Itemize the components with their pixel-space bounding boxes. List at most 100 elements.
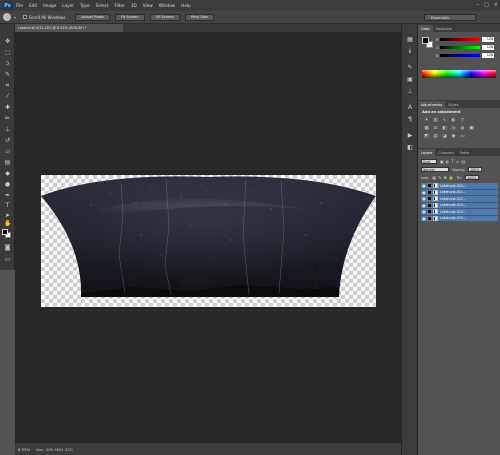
brush-panel-icon[interactable]: ✎ <box>406 64 414 71</box>
tab-color[interactable]: Color <box>418 25 433 32</box>
foreground-color-swatch[interactable] <box>2 229 8 235</box>
layer-row[interactable]: ● Lakehurst-015... <box>421 215 498 222</box>
menu-type[interactable]: Type <box>80 3 90 8</box>
selective-color-icon[interactable]: ◉ <box>451 134 456 139</box>
tab-paths[interactable]: Paths <box>457 149 472 156</box>
info-panel-icon[interactable]: ◧ <box>406 144 414 151</box>
document-info[interactable]: Doc: 295.3M/1.23G <box>36 447 73 452</box>
eraser-tool-icon[interactable]: ▱ <box>4 148 11 155</box>
tab-layers[interactable]: Layers <box>418 149 436 156</box>
layer-mask-thumbnail[interactable] <box>433 196 438 202</box>
filter-type-icon[interactable]: T <box>451 159 453 164</box>
blend-mode-select[interactable]: Normal <box>421 167 449 172</box>
filter-shape-icon[interactable]: ▭ <box>456 159 460 164</box>
green-channel-row[interactable]: G 128 <box>436 45 498 50</box>
menu-file[interactable]: File <box>16 3 23 8</box>
gradient-tool-icon[interactable]: ▤ <box>4 159 11 166</box>
close-button[interactable]: × <box>494 2 498 8</box>
print-size-button[interactable]: Print Size <box>184 13 214 21</box>
lock-transparent-icon[interactable]: ▦ <box>432 175 436 180</box>
layer-mask-thumbnail[interactable] <box>433 209 438 215</box>
gradient-map-icon[interactable]: ▭ <box>460 134 465 139</box>
menu-image[interactable]: Image <box>43 3 56 8</box>
hue-saturation-icon[interactable]: ▦ <box>424 126 429 131</box>
layer-mask-thumbnail[interactable] <box>433 215 438 221</box>
maximize-button[interactable]: □ <box>484 2 489 8</box>
red-channel-row[interactable]: R 128 <box>436 37 498 42</box>
path-selection-tool-icon[interactable]: ➤ <box>4 212 11 219</box>
pen-tool-icon[interactable]: ✒ <box>4 192 11 199</box>
character-panel-icon[interactable]: A <box>406 104 414 111</box>
exposure-icon[interactable]: ◐ <box>451 118 456 123</box>
move-tool-icon[interactable]: ✥ <box>4 38 11 45</box>
photo-filter-icon[interactable]: ◎ <box>451 126 456 131</box>
eyedropper-tool-icon[interactable]: ⁄ <box>4 93 11 100</box>
tab-swatches[interactable]: Swatches <box>433 25 455 32</box>
green-slider[interactable] <box>440 46 480 49</box>
red-slider[interactable] <box>440 38 480 41</box>
tab-styles[interactable]: Styles <box>445 101 461 108</box>
green-value-field[interactable]: 128 <box>482 45 494 50</box>
color-lookup-icon[interactable]: ▣ <box>469 126 474 131</box>
healing-brush-tool-icon[interactable]: ✚ <box>4 104 11 111</box>
actual-pixels-button[interactable]: Actual Pixels <box>75 13 110 21</box>
quick-mask-icon[interactable]: ◙ <box>4 244 11 251</box>
curves-icon[interactable]: ∿ <box>442 118 447 123</box>
fit-screen-button[interactable]: Fit Screen <box>114 13 145 21</box>
brush-tool-icon[interactable]: ✏ <box>4 115 11 122</box>
screen-mode-icon[interactable]: ▭ <box>4 256 11 263</box>
layer-mask-thumbnail[interactable] <box>433 183 438 189</box>
properties-panel-icon[interactable]: ℹ <box>406 48 414 55</box>
panorama-document[interactable] <box>41 175 376 307</box>
menu-filter[interactable]: Filter <box>114 3 124 8</box>
lock-image-icon[interactable]: ✎ <box>438 175 441 180</box>
history-brush-tool-icon[interactable]: ↺ <box>4 137 11 144</box>
layer-mask-thumbnail[interactable] <box>433 202 438 208</box>
tab-channels[interactable]: Channels <box>435 149 457 156</box>
tab-adjustments[interactable]: Adjustments <box>418 101 446 108</box>
red-value-field[interactable]: 128 <box>482 37 494 42</box>
canvas-area[interactable] <box>15 32 401 442</box>
brush-presets-icon[interactable]: ▣ <box>406 76 414 83</box>
layer-filter-kind[interactable]: Kind <box>421 159 437 164</box>
zoom-level[interactable]: 8.33% <box>18 447 36 452</box>
lock-all-icon[interactable]: 🔒 <box>449 175 454 180</box>
menu-view[interactable]: View <box>143 3 153 8</box>
opacity-field[interactable]: 100% <box>468 167 483 172</box>
menu-help[interactable]: Help <box>181 3 191 8</box>
color-balance-icon[interactable]: ⚖ <box>433 126 438 131</box>
vibrance-icon[interactable]: ▽ <box>460 118 465 123</box>
blue-value-field[interactable]: 128 <box>482 53 494 58</box>
actions-panel-icon[interactable]: ▶ <box>406 132 414 139</box>
type-tool-icon[interactable]: T <box>4 202 11 209</box>
posterize-icon[interactable]: ▤ <box>433 134 438 139</box>
chevron-down-icon[interactable]: ▾ <box>14 15 19 20</box>
layer-mask-thumbnail[interactable] <box>433 189 438 195</box>
document-tab[interactable]: Lakehurst-9/11.CR2 @ 8.33% (RGB/8*) * <box>15 24 123 32</box>
filter-pixel-icon[interactable]: ▣ <box>440 159 444 164</box>
filter-adjustment-icon[interactable]: ◐ <box>446 159 450 164</box>
menu-select[interactable]: Select <box>96 3 109 8</box>
blur-tool-icon[interactable]: ◆ <box>4 170 11 177</box>
minimize-button[interactable]: – <box>477 2 480 8</box>
history-panel-icon[interactable]: ▦ <box>406 36 414 43</box>
quick-select-tool-icon[interactable]: ✎ <box>4 71 11 78</box>
blue-slider[interactable] <box>440 54 480 57</box>
black-white-icon[interactable]: ◧ <box>442 126 447 131</box>
clone-stamp-tool-icon[interactable]: ⊥ <box>4 126 11 133</box>
paragraph-panel-icon[interactable]: ¶ <box>406 116 414 123</box>
filter-smart-object-icon[interactable]: ▤ <box>462 159 466 164</box>
hand-tool-icon[interactable]: ✋ <box>4 220 11 227</box>
color-panel-foreground-swatch[interactable] <box>422 37 429 44</box>
menu-layer[interactable]: Layer <box>62 3 74 8</box>
menu-edit[interactable]: Edit <box>29 3 37 8</box>
lock-position-icon[interactable]: ✥ <box>443 175 446 180</box>
levels-icon[interactable]: ▥ <box>433 118 438 123</box>
dodge-tool-icon[interactable]: ● <box>4 181 11 188</box>
fill-field[interactable]: 100% <box>465 175 480 180</box>
channel-mixer-icon[interactable]: ◍ <box>460 126 465 131</box>
brightness-contrast-icon[interactable]: ☀ <box>424 118 429 123</box>
marquee-tool-icon[interactable]: ⬚ <box>4 49 11 56</box>
invert-icon[interactable]: ◩ <box>424 134 429 139</box>
threshold-icon[interactable]: ◪ <box>442 134 447 139</box>
